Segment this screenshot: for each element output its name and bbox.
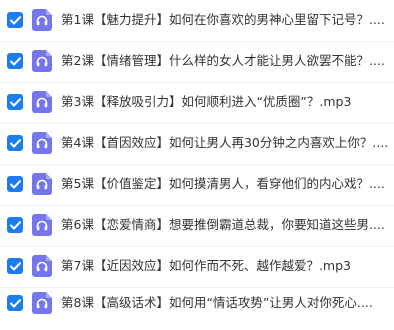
file-name[interactable]: 第7课【近因效应】如何作而不死、越作越爱？.mp3 — [61, 258, 392, 274]
file-list: 第1课【魅力提升】如何在你喜欢的男神心里留下记号？.... 第2课【情绪管理】什… — [0, 0, 394, 330]
row-checkbox[interactable] — [7, 12, 23, 28]
file-row[interactable]: 第5课【价值鉴定】如何摸清男人，看穿他们的内心戏？.... — [0, 164, 394, 204]
audio-file-icon — [32, 50, 52, 72]
file-row[interactable]: 第2课【情绪管理】什么样的女人才能让男人欲罢不能？.... — [0, 41, 394, 81]
audio-file-icon — [32, 9, 52, 31]
audio-file-icon — [32, 173, 52, 195]
row-checkbox[interactable] — [7, 258, 23, 274]
headphones-icon — [36, 15, 48, 25]
file-row[interactable]: 第4课【首因效应】如何让男人再30分钟之内喜欢上你？.... — [0, 123, 394, 163]
row-checkbox[interactable] — [7, 53, 23, 69]
check-icon — [9, 97, 21, 106]
row-checkbox[interactable] — [7, 94, 23, 110]
file-row[interactable]: 第7课【近因效应】如何作而不死、越作越爱？.mp3 — [0, 246, 394, 286]
check-icon — [9, 15, 21, 24]
file-name[interactable]: 第3课【释放吸引力】如何顺利进入“优质圈”？.mp3 — [61, 94, 392, 110]
headphones-icon — [36, 261, 48, 271]
row-checkbox[interactable] — [7, 217, 23, 233]
headphones-icon — [36, 56, 48, 66]
row-checkbox[interactable] — [7, 135, 23, 151]
headphones-icon — [36, 97, 48, 107]
file-row[interactable]: 第8课【高级话术】如何用“情话攻势”让男人对你死心.... — [0, 283, 394, 323]
file-row[interactable]: 第6课【恋爱情商】想要推倒霸道总裁，你要知道这些男.... — [0, 205, 394, 245]
file-name[interactable]: 第1课【魅力提升】如何在你喜欢的男神心里留下记号？.... — [61, 12, 392, 28]
headphones-icon — [36, 179, 48, 189]
audio-file-icon — [32, 214, 52, 236]
check-icon — [9, 138, 21, 147]
audio-file-icon — [32, 292, 52, 314]
check-icon — [9, 179, 21, 188]
headphones-icon — [36, 220, 48, 230]
headphones-icon — [36, 138, 48, 148]
check-icon — [9, 261, 21, 270]
audio-file-icon — [32, 132, 52, 154]
file-name[interactable]: 第6课【恋爱情商】想要推倒霸道总裁，你要知道这些男.... — [61, 217, 392, 233]
file-row[interactable]: 第3课【释放吸引力】如何顺利进入“优质圈”？.mp3 — [0, 82, 394, 122]
file-row[interactable]: 第1课【魅力提升】如何在你喜欢的男神心里留下记号？.... — [0, 0, 394, 40]
row-checkbox[interactable] — [7, 295, 23, 311]
audio-file-icon — [32, 255, 52, 277]
check-icon — [9, 298, 21, 307]
file-name[interactable]: 第8课【高级话术】如何用“情话攻势”让男人对你死心.... — [61, 295, 392, 311]
check-icon — [9, 220, 21, 229]
check-icon — [9, 56, 21, 65]
audio-file-icon — [32, 91, 52, 113]
file-name[interactable]: 第2课【情绪管理】什么样的女人才能让男人欲罢不能？.... — [61, 53, 392, 69]
file-name[interactable]: 第5课【价值鉴定】如何摸清男人，看穿他们的内心戏？.... — [61, 176, 392, 192]
row-checkbox[interactable] — [7, 176, 23, 192]
file-name[interactable]: 第4课【首因效应】如何让男人再30分钟之内喜欢上你？.... — [61, 135, 392, 151]
headphones-icon — [36, 298, 48, 308]
